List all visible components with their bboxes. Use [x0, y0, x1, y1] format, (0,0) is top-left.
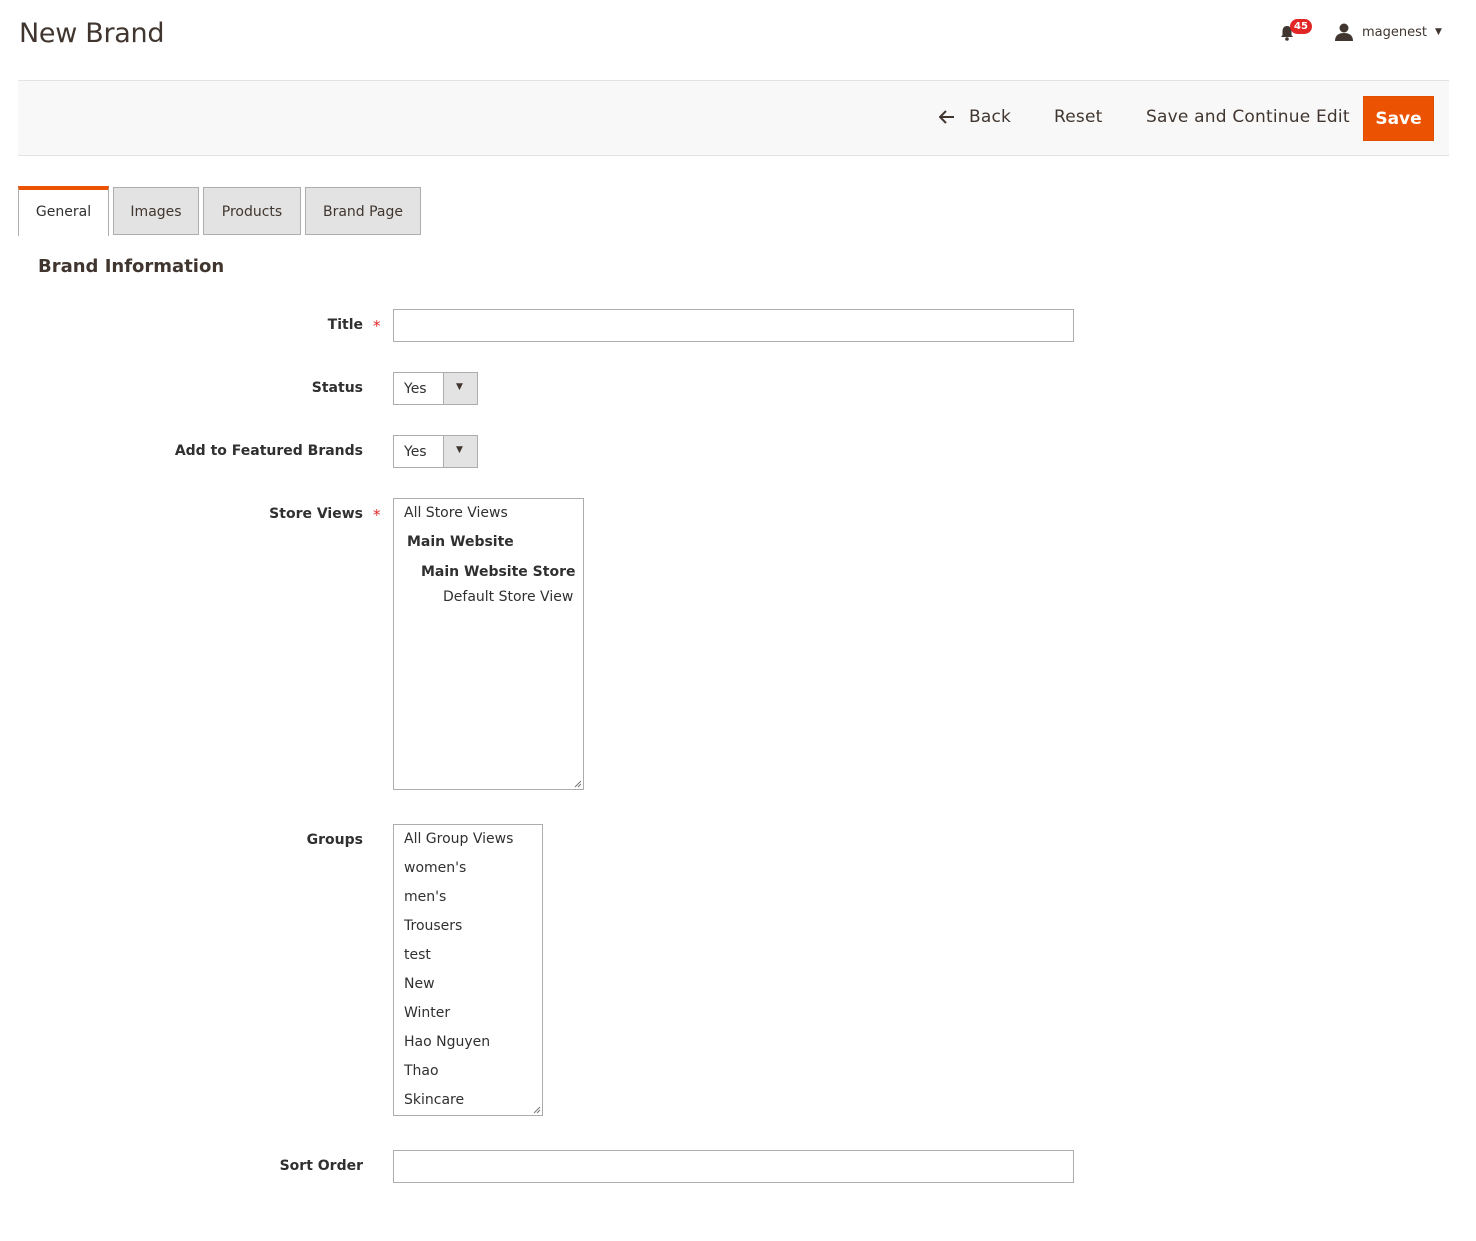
save-button[interactable]: Save [1363, 96, 1434, 141]
page-actions-toolbar: Back Reset Save and Continue Edit Save [18, 80, 1449, 156]
group-option[interactable]: New [404, 976, 435, 992]
featured-select[interactable]: Yes ▼ [393, 435, 478, 468]
group-option[interactable]: women's [404, 860, 466, 876]
group-option[interactable]: Trousers [404, 918, 462, 934]
groups-multiselect[interactable]: All Group Views women's men's Trousers t… [393, 824, 543, 1116]
featured-select-value: Yes [404, 444, 427, 460]
group-option[interactable]: test [404, 947, 431, 963]
username: magenest [1362, 24, 1427, 40]
tab-general[interactable]: General [18, 186, 109, 236]
caret-down-icon: ▼ [456, 445, 463, 455]
store-views-required-marker: * [373, 506, 381, 524]
tab-products[interactable]: Products [203, 187, 301, 235]
reset-button[interactable]: Reset [1054, 107, 1103, 127]
status-label: Status [311, 380, 363, 396]
status-select[interactable]: Yes ▼ [393, 372, 478, 405]
store-view-option: Main Website [407, 534, 514, 550]
notification-count-badge: 45 [1290, 19, 1312, 34]
title-input[interactable] [393, 309, 1074, 342]
featured-select-toggle[interactable]: ▼ [443, 436, 477, 467]
sort-order-input[interactable] [393, 1150, 1074, 1183]
group-option[interactable]: All Group Views [404, 831, 513, 847]
notifications-button[interactable]: 45 [1279, 19, 1319, 46]
group-option[interactable]: men's [404, 889, 446, 905]
back-button[interactable]: Back [969, 107, 1011, 127]
tab-brand-page[interactable]: Brand Page [305, 187, 421, 235]
arrow-left-icon [939, 110, 954, 124]
groups-label: Groups [306, 832, 363, 848]
caret-down-icon: ▼ [456, 382, 463, 392]
resize-handle-icon[interactable] [532, 1105, 541, 1114]
user-icon [1335, 23, 1353, 41]
page-title: New Brand [19, 18, 165, 49]
group-option[interactable]: Thao [404, 1063, 439, 1079]
group-option[interactable]: Hao Nguyen [404, 1034, 490, 1050]
status-select-value: Yes [404, 381, 427, 397]
user-account-menu[interactable]: magenest ▼ [1334, 22, 1442, 42]
store-view-option: Main Website Store [421, 564, 576, 580]
store-view-option[interactable]: All Store Views [404, 505, 508, 521]
status-select-toggle[interactable]: ▼ [443, 373, 477, 404]
store-views-multiselect[interactable]: All Store Views Main Website Main Websit… [393, 498, 584, 790]
title-label: Title [327, 317, 363, 333]
group-option[interactable]: Winter [404, 1005, 450, 1021]
section-title: Brand Information [38, 256, 225, 277]
save-and-continue-button[interactable]: Save and Continue Edit [1146, 107, 1350, 127]
store-views-label: Store Views [269, 506, 363, 522]
group-option[interactable]: Skincare [404, 1092, 464, 1108]
title-required-marker: * [373, 317, 381, 335]
tab-images[interactable]: Images [113, 187, 199, 235]
resize-handle-icon[interactable] [573, 779, 582, 788]
store-view-option[interactable]: Default Store View [443, 589, 573, 605]
caret-down-icon: ▼ [1435, 27, 1442, 37]
featured-label: Add to Featured Brands [174, 443, 363, 459]
sort-order-label: Sort Order [279, 1158, 363, 1174]
